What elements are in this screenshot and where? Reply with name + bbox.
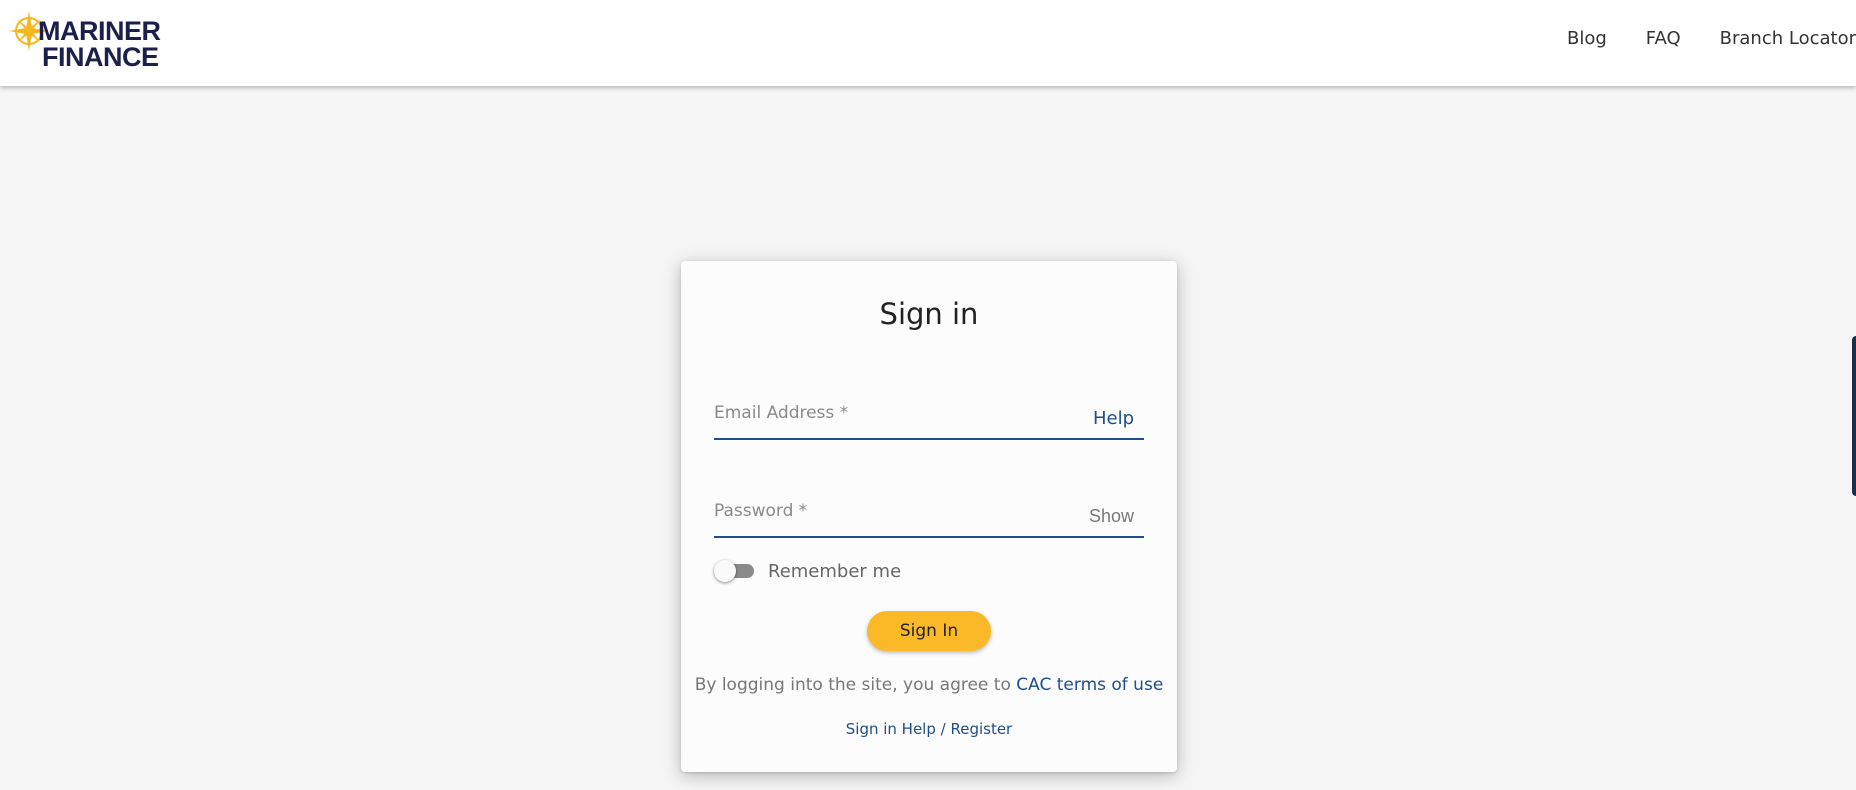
terms-text: By logging into the site, you agree to C…: [681, 675, 1177, 695]
terms-prefix: By logging into the site, you agree to: [694, 675, 1017, 695]
logo-wordmark: MARINER FINANCE: [38, 16, 161, 72]
toggle-thumb: [714, 560, 736, 582]
mariner-finance-logo[interactable]: MARINER FINANCE: [8, 8, 198, 74]
remember-me-label[interactable]: Remember me: [768, 561, 901, 582]
email-input[interactable]: [714, 398, 1074, 428]
signin-title: Sign in: [879, 297, 979, 331]
password-field: Show: [714, 478, 1144, 538]
password-input[interactable]: [714, 496, 1074, 526]
side-feedback-tab[interactable]: [1852, 336, 1856, 496]
top-nav: Blog FAQ Branch Locator: [1528, 28, 1856, 50]
email-help-link[interactable]: Help: [1093, 408, 1134, 429]
remember-me-row: Remember me: [714, 556, 901, 586]
sign-in-button[interactable]: Sign In: [867, 611, 991, 651]
nav-blog-link[interactable]: Blog: [1567, 28, 1607, 50]
site-header: MARINER FINANCE Blog FAQ Branch Locator: [0, 0, 1856, 86]
email-field: Help: [714, 380, 1144, 440]
nav-branch-locator-link[interactable]: Branch Locator: [1720, 28, 1856, 50]
signin-card: Sign in Help Show Remember me Sign In By…: [681, 261, 1177, 772]
show-password-button[interactable]: Show: [1089, 506, 1134, 527]
signin-help-register-link[interactable]: Sign in Help / Register: [681, 720, 1177, 738]
logo-line-1: MARINER: [38, 16, 161, 46]
cac-terms-link[interactable]: CAC terms of use: [1016, 675, 1163, 695]
logo-line-2: FINANCE: [42, 42, 159, 72]
remember-me-toggle[interactable]: [714, 559, 754, 583]
nav-faq-link[interactable]: FAQ: [1646, 28, 1681, 50]
